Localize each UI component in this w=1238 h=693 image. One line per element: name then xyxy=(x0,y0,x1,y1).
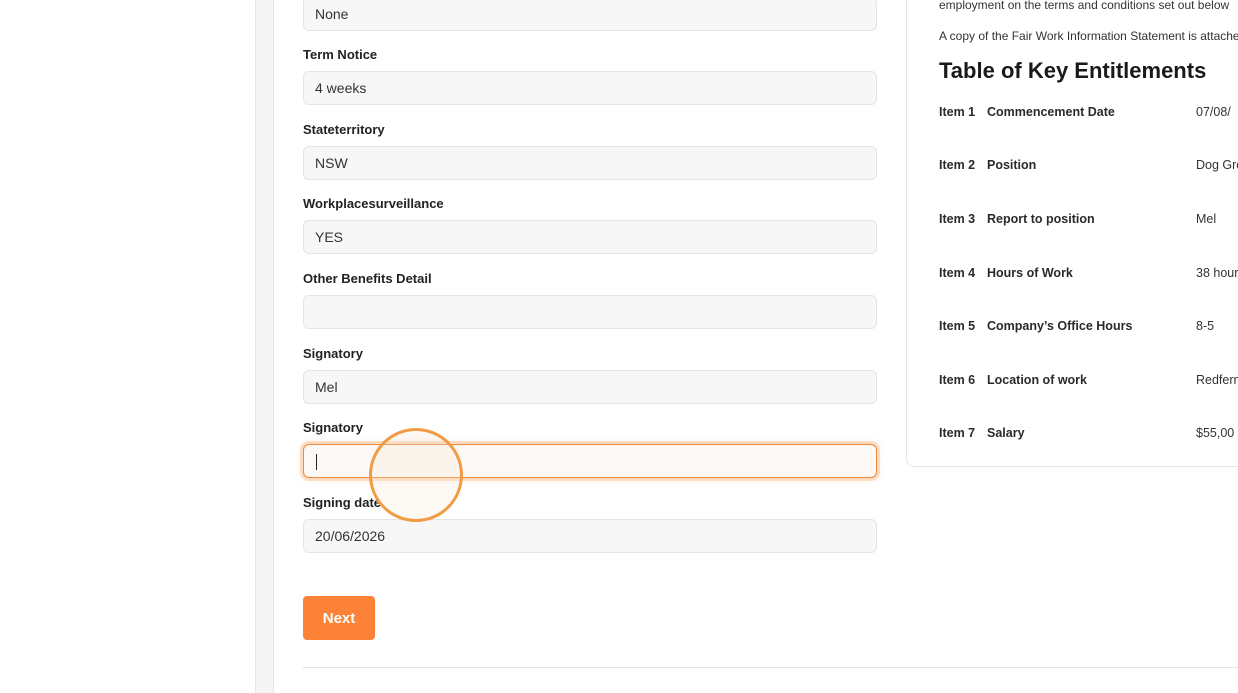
row-item-number: Item 4 xyxy=(939,266,976,280)
workplace-surveillance-label: Workplacesurveillance xyxy=(303,196,444,211)
other-benefits-input[interactable] xyxy=(303,295,877,329)
term-notice-label: Term Notice xyxy=(303,47,378,62)
row-item-number: Item 2 xyxy=(939,158,976,172)
other-benefits-label: Other Benefits Detail xyxy=(303,271,432,286)
state-territory-label: Stateterritory xyxy=(303,122,385,137)
panel-intro-line-1: employment on the terms and conditions s… xyxy=(939,0,1230,12)
term-notice-input[interactable] xyxy=(303,71,877,105)
panel-title: Table of Key Entitlements xyxy=(939,58,1207,83)
signatory-2-label: Signatory xyxy=(303,420,363,435)
workplace-surveillance-input[interactable] xyxy=(303,220,877,254)
row-value: 8-5 xyxy=(1196,319,1215,333)
row-label: Company’s Office Hours xyxy=(987,319,1133,333)
sidebar xyxy=(0,0,255,693)
state-territory-input[interactable] xyxy=(303,146,877,180)
row-item-number: Item 1 xyxy=(939,105,976,119)
footer-divider xyxy=(303,667,1238,668)
row-value: $55,00 xyxy=(1196,426,1235,440)
row-value: Mel xyxy=(1196,212,1217,226)
row-item-number: Item 3 xyxy=(939,212,976,226)
row-value: 07/08/ xyxy=(1196,105,1231,119)
previous-field-input[interactable] xyxy=(303,0,877,31)
signatory-2-input[interactable] xyxy=(303,444,877,478)
signing-date-label: Signing date xyxy=(303,495,381,510)
row-label: Salary xyxy=(987,426,1025,440)
sidebar-gutter xyxy=(255,0,274,693)
row-label: Hours of Work xyxy=(987,266,1073,280)
row-value: 38 hour xyxy=(1196,266,1238,280)
row-item-number: Item 7 xyxy=(939,426,976,440)
next-button[interactable]: Next xyxy=(303,596,375,640)
row-label: Location of work xyxy=(987,373,1087,387)
row-item-number: Item 6 xyxy=(939,373,976,387)
row-item-number: Item 5 xyxy=(939,319,976,333)
signatory-input[interactable] xyxy=(303,370,877,404)
row-label: Position xyxy=(987,158,1037,172)
signing-date-input[interactable] xyxy=(303,519,877,553)
row-value: Dog Gro xyxy=(1196,158,1238,172)
row-label: Commencement Date xyxy=(987,105,1115,119)
signatory-label: Signatory xyxy=(303,346,363,361)
text-caret xyxy=(316,454,317,470)
panel-intro-line-2: A copy of the Fair Work Information Stat… xyxy=(939,29,1238,43)
row-label: Report to position xyxy=(987,212,1095,226)
row-value: Redfern xyxy=(1196,373,1238,387)
